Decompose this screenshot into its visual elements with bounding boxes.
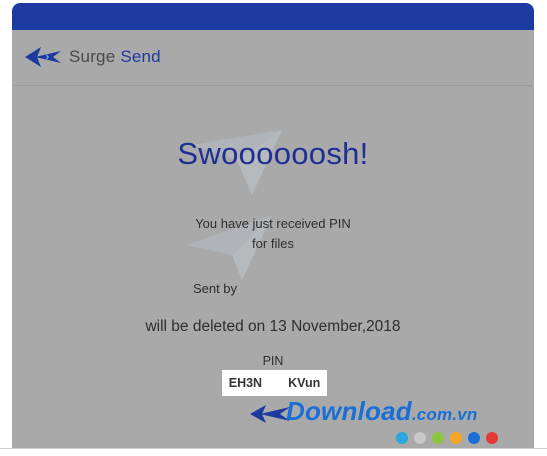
email-header: Surge Send <box>14 30 532 86</box>
email-headline: Swoooooosh! <box>177 136 369 171</box>
screenshot-frame: Surge Send Swoooooosh! You have just rec… <box>0 0 547 456</box>
logo-text: Surge Send <box>69 47 161 67</box>
pin-code-start: EH3N <box>228 376 263 390</box>
watermark-dot <box>432 432 444 444</box>
email-card: Surge Send Swoooooosh! You have just rec… <box>12 3 534 449</box>
download-domain: .com.vn <box>411 405 478 424</box>
watermark-dot <box>486 432 498 444</box>
logo-word-send: Send <box>120 47 161 66</box>
download-watermark: Download.com.vn <box>250 396 540 456</box>
pin-label: PIN <box>262 354 284 368</box>
watermark-dot <box>396 432 408 444</box>
watermark-dot <box>450 432 462 444</box>
received-pin-text: You have just received PIN <box>195 216 351 231</box>
sent-by-label: Sent by <box>192 281 238 296</box>
surge-send-logo-icon <box>25 47 61 67</box>
pin-code-end: KVun <box>288 376 321 390</box>
pin-redaction <box>262 376 289 390</box>
download-site-name: Download.com.vn <box>286 396 477 427</box>
email-top-bar <box>12 3 534 30</box>
email-body: Surge Send Swoooooosh! You have just rec… <box>14 30 532 449</box>
watermark-dots <box>396 432 498 444</box>
deletion-date-text: will be deleted on 13 November,2018 <box>145 318 401 335</box>
download-word: Download <box>286 396 412 426</box>
logo-word-surge: Surge <box>69 47 116 66</box>
watermark-dot <box>414 432 426 444</box>
watermark-dot <box>468 432 480 444</box>
for-files-text: for files <box>252 236 294 251</box>
pin-code[interactable]: EH3N KVun <box>222 370 327 396</box>
surge-send-logo[interactable]: Surge Send <box>23 42 161 72</box>
